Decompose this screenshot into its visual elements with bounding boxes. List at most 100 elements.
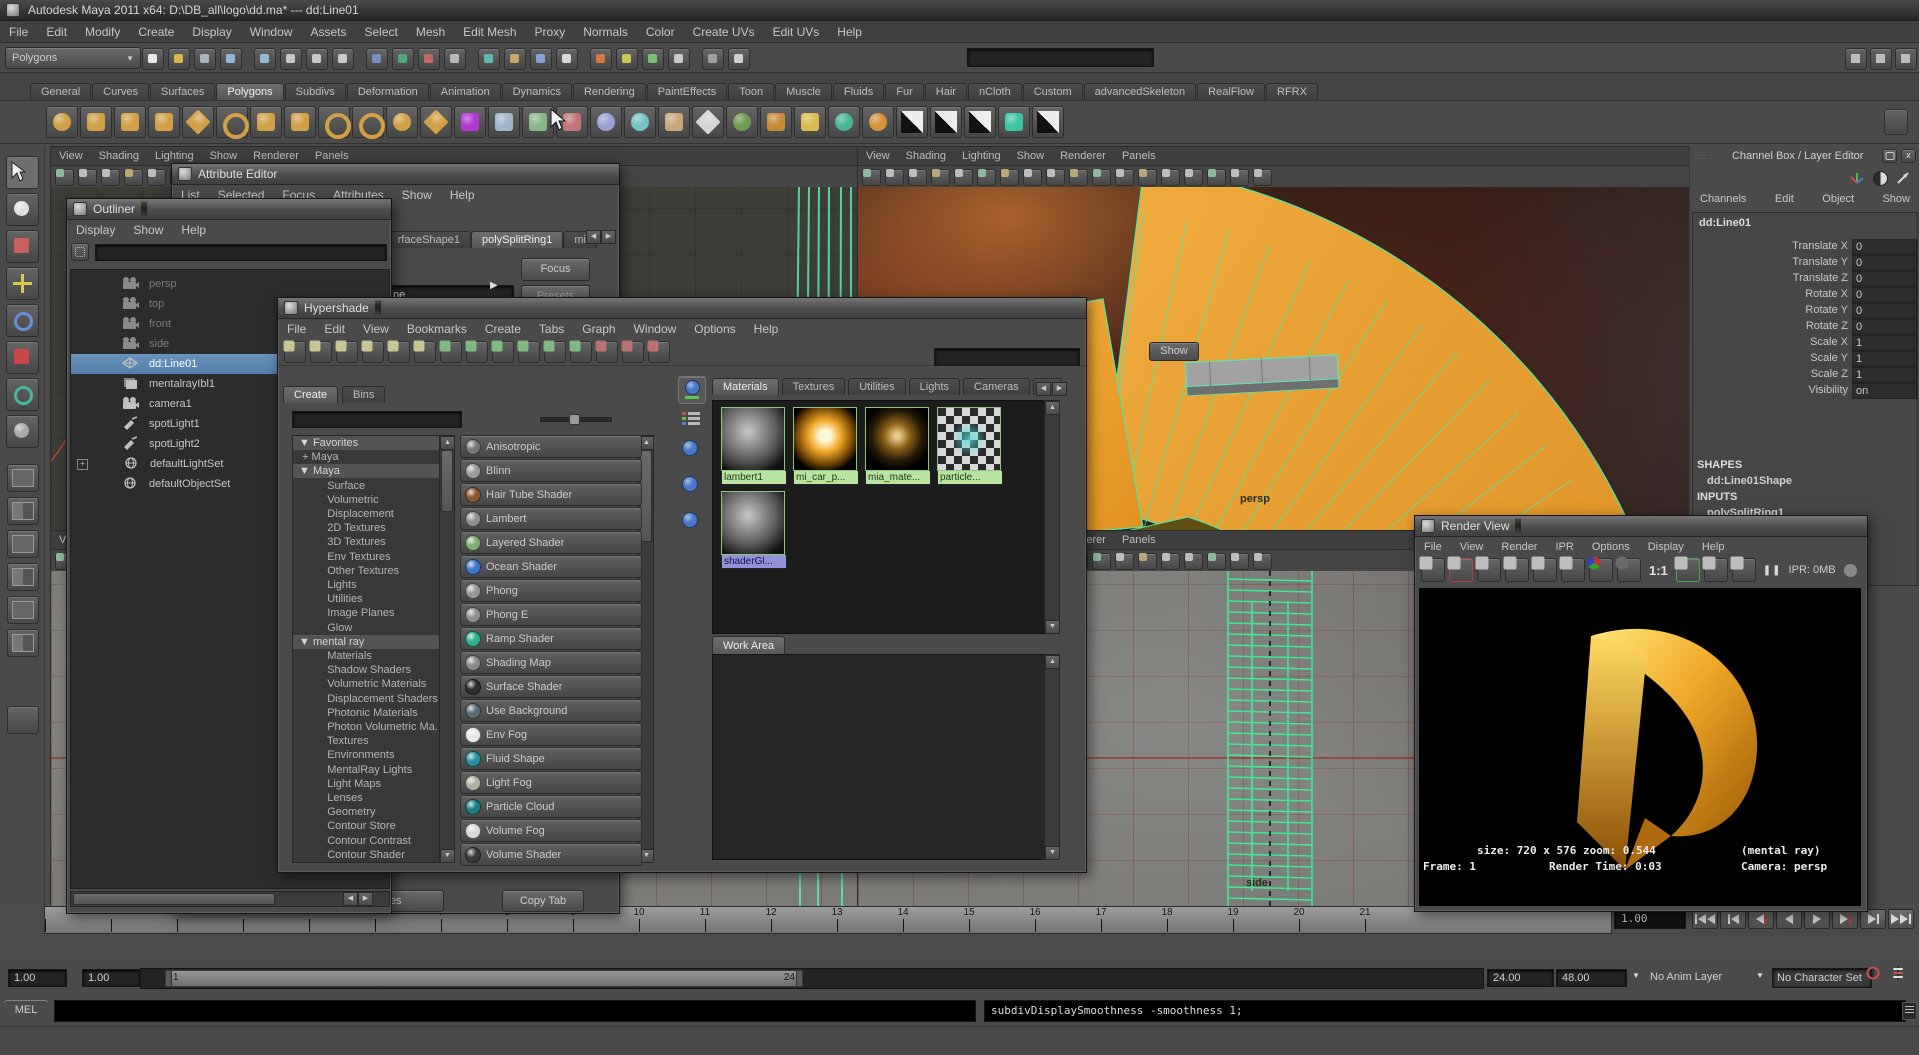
range-slider-bar[interactable]: 1 24 (165, 970, 803, 987)
script-editor-icon[interactable] (1902, 1002, 1917, 1020)
shelf-tab-deformation[interactable]: Deformation (347, 83, 429, 100)
swatch-display-mode-icon[interactable] (678, 376, 706, 404)
scroll-right-icon[interactable]: ▶ (358, 892, 373, 906)
hypershade-tab-create[interactable]: Create (283, 386, 338, 403)
render-current-frame-icon[interactable] (1421, 558, 1445, 582)
menu-proxy[interactable]: Proxy (526, 23, 575, 41)
panel-menu-panels[interactable]: Panels (1114, 533, 1164, 547)
hypershade-menu-graph[interactable]: Graph (573, 320, 624, 338)
work-area-scrollbar[interactable]: ▲ ▼ (1044, 654, 1060, 860)
scroll-down-icon[interactable]: ▼ (1045, 846, 1060, 860)
shader-particle-cloud[interactable]: Particle Cloud (460, 795, 642, 818)
frame-all-icon[interactable] (648, 341, 670, 363)
tree-node-utilities[interactable]: Utilities (293, 592, 441, 606)
tabs-scroll-left-icon[interactable]: ◀ (586, 230, 601, 244)
hypershade-menu-tabs[interactable]: Tabs (530, 320, 573, 338)
tree-node-lenses[interactable]: Lenses (293, 791, 441, 805)
top-bottom-layout-icon[interactable] (310, 341, 332, 363)
connect-selected-icon[interactable] (440, 341, 462, 363)
close-light[interactable] (379, 300, 381, 316)
texture-map-icon[interactable]: ▶ (490, 280, 498, 291)
focus-button[interactable]: Focus (521, 258, 590, 281)
shader-volume-fog[interactable]: Volume Fog (460, 819, 642, 842)
shaded-mode-icon[interactable] (1207, 553, 1226, 570)
remove-image-icon[interactable] (1704, 558, 1728, 582)
panel-menu-renderer[interactable]: Renderer (245, 149, 307, 163)
bookmarks-icon[interactable] (931, 169, 950, 186)
ae-copy-tab-button[interactable]: Copy Tab (502, 890, 584, 912)
animation-preferences-icon[interactable] (1897, 966, 1899, 980)
snapshot-icon[interactable] (1477, 558, 1501, 582)
shelf-tab-polygons[interactable]: Polygons (216, 83, 283, 100)
anim-layer-dropdown-icon[interactable]: ▼ (1632, 971, 1640, 980)
outliner-frame-icon[interactable] (71, 243, 89, 261)
menu-select[interactable]: Select (355, 23, 406, 41)
input-output-connections-icon[interactable] (570, 341, 592, 363)
channel-value-field[interactable]: on (1852, 383, 1917, 399)
poly-torus-icon[interactable] (216, 106, 248, 138)
wireframe-mode-icon[interactable] (1184, 169, 1203, 186)
browser-tab-cameras[interactable]: Cameras (963, 378, 1030, 395)
shelf-tab-surfaces[interactable]: Surfaces (150, 83, 215, 100)
output-connections-icon[interactable] (544, 341, 566, 363)
medium-swatches-icon[interactable] (414, 341, 436, 363)
highlight-selection-icon[interactable] (702, 48, 724, 70)
shelf-tab-toon[interactable]: Toon (728, 83, 774, 100)
append-polygon-icon[interactable] (998, 106, 1030, 138)
interactive-creation-icon[interactable] (454, 106, 486, 138)
select-by-object-icon[interactable] (306, 48, 328, 70)
manipulator-xyz-icon[interactable] (1849, 171, 1865, 185)
tree-node-image-planes[interactable]: Image Planes (293, 606, 441, 620)
smooth-icon[interactable] (624, 106, 656, 138)
rearrange-graph-icon[interactable] (622, 341, 644, 363)
menu-color[interactable]: Color (637, 23, 684, 41)
command-result-field[interactable]: subdivDisplaySmoothness -smoothness 1; (984, 1000, 1906, 1022)
node-display-ball-icon[interactable] (682, 512, 698, 528)
menu-display[interactable]: Display (183, 23, 240, 41)
shelf-tab-general[interactable]: General (30, 83, 91, 100)
shaded-mode-icon[interactable] (1207, 169, 1226, 186)
image-plane-icon[interactable] (147, 169, 166, 186)
panel-menu-renderer[interactable]: Renderer (1052, 149, 1114, 163)
pause-ipr-icon[interactable]: ❚❚ (1760, 565, 1785, 576)
channel-box-menu-channels[interactable]: Channels (1698, 191, 1748, 207)
safe-title-icon[interactable] (1161, 553, 1180, 570)
tree-node-volumetric-materials[interactable]: Volumetric Materials (293, 677, 441, 691)
outliner-item-persp[interactable]: persp (71, 274, 387, 294)
menu-normals[interactable]: Normals (574, 23, 637, 41)
use-all-lights-icon[interactable] (1253, 553, 1272, 570)
range-handle-right[interactable] (796, 971, 802, 986)
poly-helix-icon[interactable] (352, 106, 384, 138)
channel-value-field[interactable]: 0 (1852, 255, 1917, 271)
refresh-render-icon[interactable] (1533, 558, 1557, 582)
panel-menu-lighting[interactable]: Lighting (147, 149, 202, 163)
persp-outliner-layout-icon[interactable] (7, 530, 39, 558)
select-by-hierarchy-icon[interactable] (280, 48, 302, 70)
scroll-up-icon[interactable]: ▲ (1045, 655, 1060, 669)
selection-mode-selector[interactable]: Polygons▼ (5, 47, 141, 69)
crease-tool-icon[interactable] (692, 106, 724, 138)
project-curve-icon[interactable] (828, 106, 860, 138)
tree-node-favorites[interactable]: ▼ Favorites (293, 436, 441, 450)
outliner-h-scrollbar[interactable]: ◀ ▶ (70, 891, 390, 907)
redo-icon[interactable] (254, 48, 276, 70)
work-area-panel[interactable] (712, 654, 1046, 860)
graph-materials-icon[interactable] (466, 341, 488, 363)
speed-state-icon[interactable] (1873, 171, 1888, 186)
lock-camera-icon[interactable] (885, 169, 904, 186)
main-title-bar[interactable]: Autodesk Maya 2011 x64: D:\DB_all\logo\d… (0, 0, 1919, 21)
character-set-dropdown-icon[interactable]: ▼ (1756, 971, 1764, 980)
panel-menu-show[interactable]: Show (202, 149, 246, 163)
tree-node-photon-volumetric-ma-[interactable]: Photon Volumetric Ma... (293, 720, 441, 734)
hypershade-search-field[interactable] (934, 348, 1080, 366)
poly-pipe-icon[interactable] (318, 106, 350, 138)
tree-node-light-maps[interactable]: Light Maps (293, 777, 441, 791)
expander-icon[interactable]: + (77, 459, 88, 470)
browser-tab-utilities[interactable]: Utilities (848, 378, 905, 395)
hypershade-title-bar[interactable]: Hypershade (278, 298, 1086, 319)
soft-mod-tool-icon[interactable] (6, 415, 39, 448)
tree-node-3d-textures[interactable]: 3D Textures (293, 535, 441, 549)
tree-node-other-textures[interactable]: Other Textures (293, 564, 441, 578)
menu-file[interactable]: File (0, 23, 37, 41)
hypershade-persp-layout-icon[interactable] (7, 596, 39, 624)
